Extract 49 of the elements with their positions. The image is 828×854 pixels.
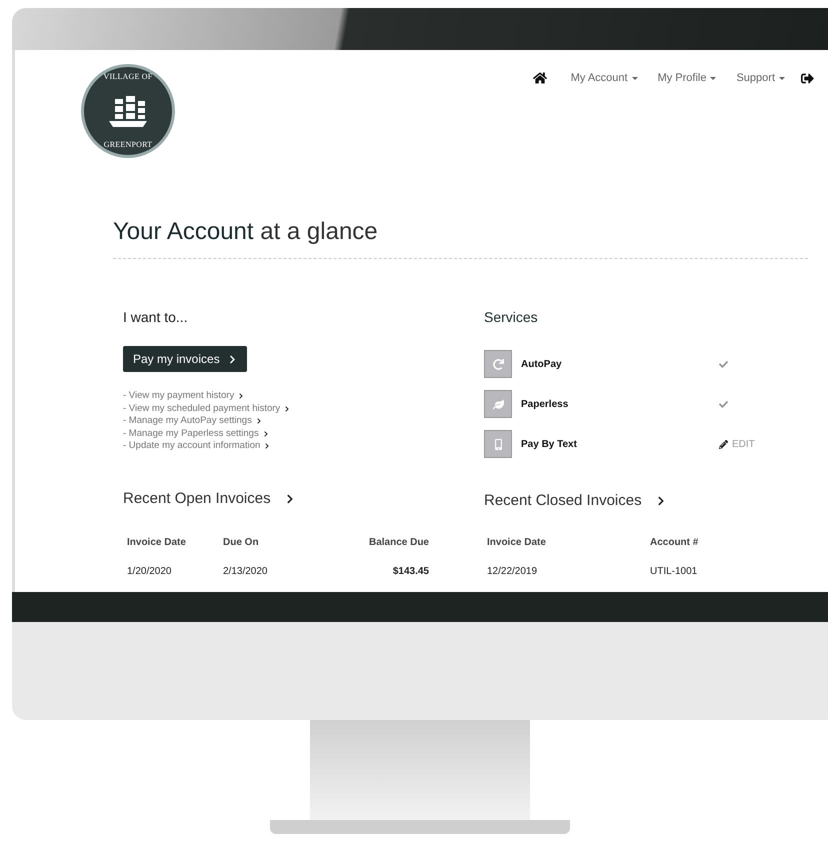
section-heading: Services xyxy=(484,308,539,327)
column-header: Balance Due xyxy=(368,536,429,550)
column-header: Invoice Date xyxy=(127,536,187,550)
chevron-icon xyxy=(284,406,290,412)
leaf-icon xyxy=(492,398,504,410)
table-cell-text: $143.45 xyxy=(392,564,429,578)
logo-top-text: VILLAGE OF xyxy=(104,73,152,81)
action-link[interactable]: - Manage my Paperless settings xyxy=(123,428,484,440)
section-link[interactable]: Recent Closed Invoices xyxy=(484,490,828,512)
nav-menu[interactable]: My Account xyxy=(560,70,648,86)
table-cell-text: 12/22/2019 xyxy=(487,564,538,578)
pay-invoices-button[interactable]: Pay my invoices xyxy=(123,346,247,372)
page-title: Your Account at a glance xyxy=(113,217,379,247)
chevron-icon xyxy=(656,496,666,506)
check-icon xyxy=(719,360,728,368)
column-header: Due On xyxy=(223,536,260,550)
chevron-icon xyxy=(264,443,270,450)
service-name: AutoPay xyxy=(521,358,563,372)
caret-icon xyxy=(779,76,785,80)
table-cell-text: UTIL-1001 xyxy=(650,564,698,578)
section-link[interactable]: Recent Open Invoices xyxy=(123,488,484,510)
caret-icon xyxy=(710,76,716,80)
service-name: Pay By Text xyxy=(521,438,578,452)
service-name: Paperless xyxy=(521,398,570,412)
pencil-icon xyxy=(719,440,728,448)
chevron-icon xyxy=(284,494,295,504)
village-seal-logo[interactable]: VILLAGE OF GREENPORT xyxy=(81,64,175,158)
chevron-icon xyxy=(238,393,244,400)
refresh-icon xyxy=(492,358,504,370)
action-link[interactable]: - View my payment history xyxy=(123,390,484,402)
table-cell-text: 1/20/2020 xyxy=(127,564,172,578)
logout-icon[interactable] xyxy=(801,72,814,85)
phone-icon xyxy=(492,438,504,450)
column-header: Account # xyxy=(650,536,700,550)
check-icon xyxy=(719,400,728,408)
chevron-icon xyxy=(256,418,262,424)
action-link[interactable]: - Update my account information xyxy=(123,440,484,452)
caret-icon xyxy=(632,76,638,80)
action-link[interactable]: - View my scheduled payment history xyxy=(123,402,484,415)
logo-bottom-text: GREENPORT xyxy=(104,141,152,149)
action-link[interactable]: - Manage my AutoPay settings xyxy=(123,415,484,428)
table-cell-text: 2/13/2020 xyxy=(223,564,268,578)
nav-menu[interactable]: Support xyxy=(726,70,795,86)
section-heading: I want to... xyxy=(123,308,189,327)
column-header: Invoice Date xyxy=(487,536,547,550)
chevron-icon xyxy=(262,430,269,437)
chevron-icon xyxy=(228,354,237,364)
nav-menu[interactable]: My Profile xyxy=(648,70,726,86)
home-icon[interactable] xyxy=(532,71,547,86)
